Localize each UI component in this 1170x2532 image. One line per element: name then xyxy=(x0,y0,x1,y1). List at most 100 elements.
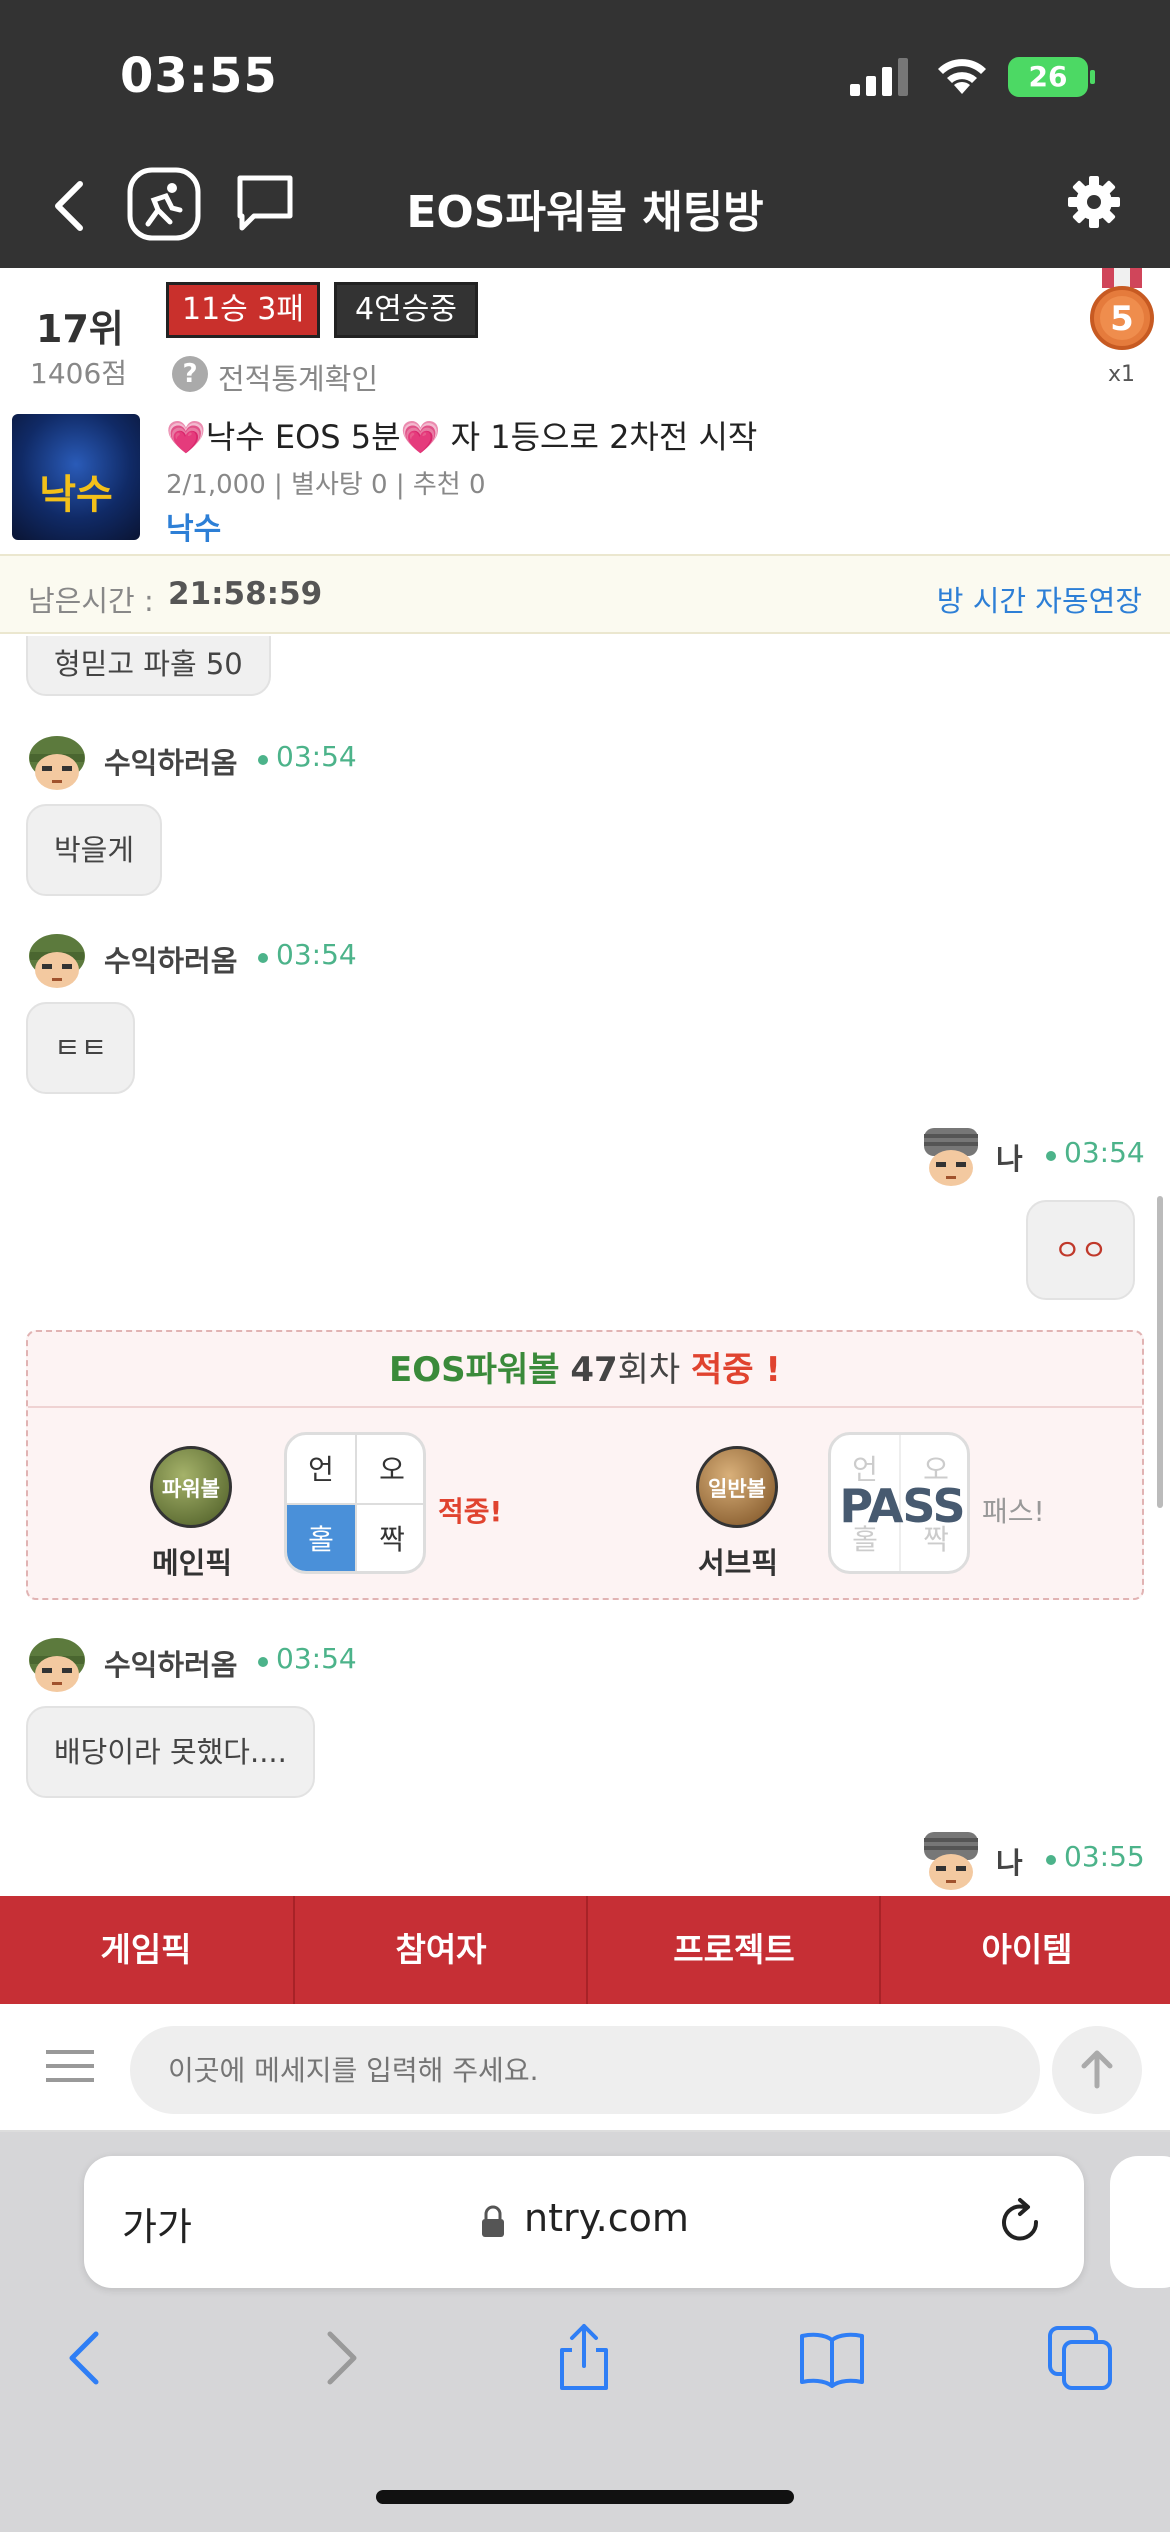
message-bubble: 박을게 xyxy=(26,804,163,896)
avatar-icon[interactable] xyxy=(24,1630,90,1696)
timer-bar: 남은시간 : 21:58:59 방 시간 자동연장 xyxy=(0,554,1170,634)
message-text: 배당이라 못했다.... xyxy=(54,1735,287,1769)
message-bubble: ㅇㅇ xyxy=(1026,1200,1136,1300)
powerball-icon: 파워볼 xyxy=(150,1446,232,1528)
room-name: 💗낙수 EOS 5분💗 자 1등으로 2차전 시작 xyxy=(166,418,758,456)
result-card: EOS파워볼 47회차 적중 ! 파워볼 메인픽 언 오 홀 짝 적중! 일반볼… xyxy=(26,1330,1144,1600)
avatar-icon[interactable] xyxy=(24,926,90,992)
sub-pick-label: 서브픽 xyxy=(698,1546,779,1580)
message-bubble: 형믿고 파홀 50 xyxy=(26,636,271,696)
rank-label: 17위 xyxy=(36,307,124,351)
powerball-icon-text: 파워볼 xyxy=(162,1477,220,1501)
message-text: ㅇㅇ xyxy=(1054,1233,1108,1267)
cell-odd: 홀 xyxy=(287,1505,357,1571)
auto-extend-link[interactable]: 방 시간 자동연장 xyxy=(937,578,1142,620)
avatar-icon[interactable] xyxy=(24,728,90,794)
back-icon[interactable] xyxy=(40,176,100,236)
back-icon[interactable] xyxy=(50,2322,122,2394)
message-time: 03:54 xyxy=(276,740,357,773)
chat-icon[interactable] xyxy=(232,170,298,236)
main-pick-label: 메인픽 xyxy=(152,1546,233,1580)
medal-number: 5 xyxy=(1110,299,1134,339)
room-thumbnail: 낙수 xyxy=(12,414,140,540)
cell-even: 짝 xyxy=(379,1523,405,1556)
next-tab-preview[interactable] xyxy=(1110,2156,1170,2288)
status-time: 03:55 xyxy=(120,48,278,104)
bottom-tabs: 게임픽 참여자 프로젝트 아이템 xyxy=(0,1896,1170,2004)
avatar-icon[interactable] xyxy=(918,1124,984,1190)
battery-icon: 26 xyxy=(1008,57,1088,97)
stats-link[interactable]: 전적통계확인 xyxy=(218,356,378,398)
message-text: 형믿고 파홀 50 xyxy=(54,647,243,681)
signal-icon xyxy=(850,58,908,96)
medal-multiplier: x1 xyxy=(1108,362,1136,387)
streak-badge: 4연승중 xyxy=(334,282,478,338)
forward-icon[interactable] xyxy=(304,2322,376,2394)
message-text: ㅌㅌ xyxy=(54,1031,108,1065)
message-bubble: 배당이라 못했다.... xyxy=(26,1706,315,1798)
result-round: 47 xyxy=(570,1350,618,1390)
tab-participants[interactable]: 참여자 xyxy=(295,1896,587,2004)
room-owner[interactable]: 낙수 xyxy=(166,504,221,548)
result-game: EOS파워볼 xyxy=(389,1350,560,1390)
tab-items[interactable]: 아이템 xyxy=(881,1896,1170,2004)
main-pick-result: 적중! xyxy=(438,1495,503,1528)
online-dot xyxy=(258,755,268,765)
browser-toolbar: 가가 ntry.com xyxy=(0,2132,1170,2532)
wifi-icon xyxy=(938,59,986,94)
tab-project[interactable]: 프로젝트 xyxy=(588,1896,880,2004)
share-icon[interactable] xyxy=(548,2322,620,2394)
sub-pick-grid: 언 오 홀 짝 PASS xyxy=(828,1432,970,1574)
online-dot xyxy=(1046,1855,1056,1865)
message-input[interactable] xyxy=(130,2026,1040,2114)
score-label: 1406점 xyxy=(30,357,128,390)
timer-value: 21:58:59 xyxy=(168,576,323,612)
normalball-icon: 일반볼 xyxy=(696,1446,778,1528)
app-header: EOS파워볼 채팅방 xyxy=(0,140,1170,268)
room-meta: 2/1,000 | 별사탕 0 | 추천 0 xyxy=(166,470,486,500)
message-input-bar xyxy=(0,2004,1170,2132)
address-bar[interactable]: 가가 ntry.com xyxy=(84,2156,1084,2288)
result-header: EOS파워볼 47회차 적중 ! xyxy=(28,1332,1142,1408)
sub-pick-result: 패스! xyxy=(982,1495,1045,1528)
battery-cap xyxy=(1090,70,1095,84)
cell-under: 언 xyxy=(287,1435,357,1505)
online-dot xyxy=(258,953,268,963)
medal-icon: 5 xyxy=(1090,268,1154,350)
page-title: EOS파워볼 채팅방 xyxy=(406,187,764,238)
chat-area[interactable]: 형믿고 파홀 50 수익하러옴 03:54 박을게 수익하러옴 03:54 ㅌㅌ… xyxy=(0,636,1170,1894)
tab-game-pick[interactable]: 게임픽 xyxy=(0,1896,292,2004)
result-round-suffix: 회차 xyxy=(617,1350,681,1390)
gear-icon[interactable] xyxy=(1066,174,1122,230)
online-dot xyxy=(258,1657,268,1667)
sender-name: 수익하러옴 xyxy=(104,746,238,780)
reader-aa-button[interactable]: 가가 xyxy=(122,2196,192,2251)
reload-icon[interactable] xyxy=(994,2196,1046,2248)
message-text: 박을게 xyxy=(54,833,135,867)
help-icon[interactable]: ? xyxy=(172,356,208,392)
scrollbar[interactable] xyxy=(1157,1196,1163,1508)
cell-over: 오 xyxy=(357,1435,423,1505)
record-badge: 11승 3패 xyxy=(166,282,320,338)
lock-icon xyxy=(482,2205,504,2237)
bookmarks-icon[interactable] xyxy=(796,2322,868,2394)
message-time: 03:55 xyxy=(1064,1840,1145,1873)
status-bar: 03:55 26 xyxy=(0,0,1170,140)
sender-name: 나 xyxy=(996,1846,1023,1880)
menu-icon[interactable] xyxy=(46,2046,94,2086)
sender-name: 수익하러옴 xyxy=(104,944,238,978)
sender-name: 나 xyxy=(996,1142,1023,1176)
room-thumb-text: 낙수 xyxy=(39,472,113,518)
normalball-icon-text: 일반볼 xyxy=(708,1477,766,1501)
home-indicator xyxy=(376,2490,794,2504)
result-hit: 적중 ! xyxy=(691,1350,781,1390)
message-time: 03:54 xyxy=(276,1642,357,1675)
online-dot xyxy=(1046,1151,1056,1161)
tabs-icon[interactable] xyxy=(1044,2322,1116,2394)
message-time: 03:54 xyxy=(1064,1136,1145,1169)
avatar-icon[interactable] xyxy=(918,1828,984,1894)
timer-label: 남은시간 : xyxy=(28,584,154,618)
url-text: ntry.com xyxy=(524,2196,689,2240)
running-icon[interactable] xyxy=(126,166,202,242)
arrow-up-icon[interactable] xyxy=(1052,2026,1142,2114)
